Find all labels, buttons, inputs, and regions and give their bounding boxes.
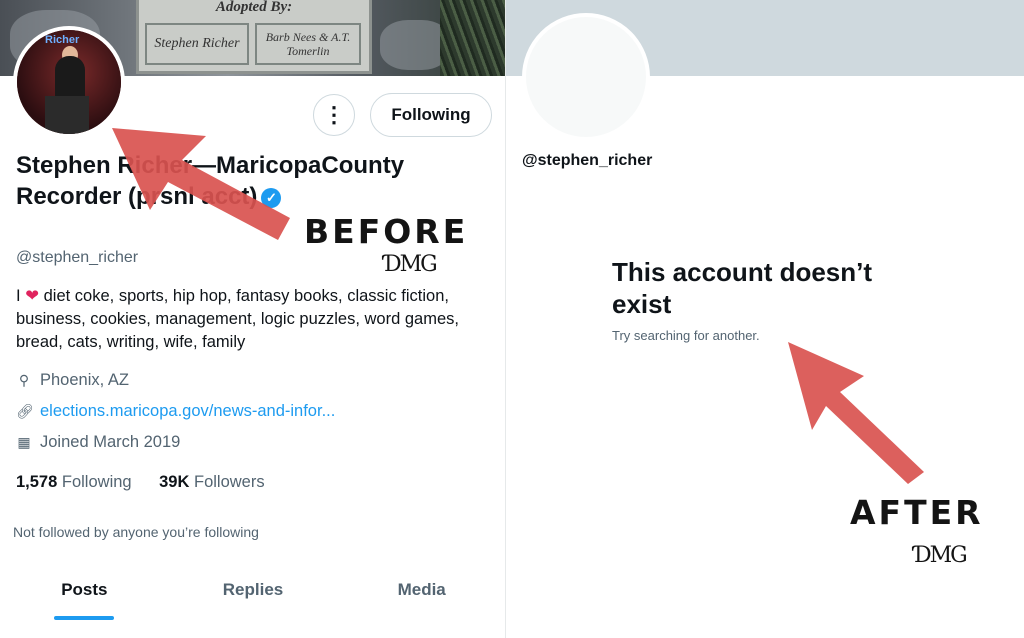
website-link[interactable]: elections.maricopa.gov/news-and-infor... — [40, 402, 335, 421]
after-label: AFTER — [850, 493, 984, 532]
after-watermark: ƊMG — [914, 543, 968, 568]
more-options-button[interactable]: ⋮ — [313, 94, 355, 136]
profile-bio: I ❤ diet coke, sports, hip hop, fantasy … — [16, 285, 496, 354]
tab-media[interactable]: Media — [337, 570, 506, 620]
after-profile-panel: @stephen_richer This account doesn’t exi… — [506, 0, 1024, 638]
following-link[interactable]: 1,578 Following — [16, 473, 132, 491]
profile-joined: ▦ Joined March 2019 — [16, 433, 180, 452]
active-tab-indicator — [54, 616, 115, 620]
plaque-header: Adopted By: — [215, 0, 293, 15]
following-button[interactable]: Following — [370, 93, 492, 137]
before-label: BEFORE — [304, 212, 469, 251]
followers-count: 39K — [159, 473, 190, 491]
empty-avatar — [522, 13, 650, 141]
profile-tabs: Posts Replies Media — [0, 570, 506, 620]
plaque-right-name: Barb Nees & A.T. Tomerlin — [255, 23, 361, 65]
profile-display-name: Stephen Richer—MaricopaCounty Recorder (… — [16, 150, 416, 212]
not-followed-notice: Not followed by anyone you’re following — [13, 524, 259, 540]
plaque-left-name: Stephen Richer — [145, 23, 249, 65]
following-count: 1,578 — [16, 473, 58, 491]
after-handle: @stephen_richer — [522, 152, 653, 169]
tab-replies[interactable]: Replies — [169, 570, 338, 620]
profile-website[interactable]: 🔗︎ elections.maricopa.gov/news-and-infor… — [16, 402, 335, 421]
bio-prefix: I — [16, 287, 21, 305]
before-watermark: ƊMG — [384, 252, 438, 277]
location-pin-icon: ⚲ — [18, 372, 30, 388]
profile-handle: @stephen_richer — [16, 249, 139, 266]
before-profile-panel: Adopted By: Stephen Richer Barb Nees & A… — [0, 0, 506, 638]
account-missing-title: This account doesn’t exist — [612, 257, 873, 319]
bio-text: diet coke, sports, hip hop, fantasy book… — [16, 287, 459, 351]
tab-media-label: Media — [397, 580, 446, 599]
link-icon: 🔗︎ — [16, 403, 34, 419]
calendar-icon: ▦ — [17, 434, 31, 450]
heart-icon: ❤ — [25, 287, 40, 305]
avatar-overlay-text: Richer — [45, 34, 80, 46]
profile-avatar[interactable]: Richer — [13, 26, 125, 138]
joined-text: Joined March 2019 — [40, 433, 181, 451]
foliage-decoration — [440, 0, 506, 76]
follow-stats: 1,578 Following 39K Followers — [16, 473, 265, 492]
location-text: Phoenix, AZ — [40, 371, 129, 389]
account-missing-subtitle: Try searching for another. — [612, 328, 760, 343]
followers-link[interactable]: 39K Followers — [159, 473, 264, 491]
display-name-text: Stephen Richer—MaricopaCounty Recorder (… — [16, 152, 405, 210]
tab-posts[interactable]: Posts — [0, 570, 169, 620]
tab-replies-label: Replies — [222, 580, 284, 599]
profile-location: ⚲ Phoenix, AZ — [16, 371, 129, 390]
following-label: Following — [61, 473, 132, 491]
verified-badge-icon: ✓ — [261, 188, 282, 208]
tab-posts-label: Posts — [61, 580, 108, 599]
adoption-plaque: Adopted By: Stephen Richer Barb Nees & A… — [136, 0, 372, 74]
more-vertical-icon: ⋮ — [323, 102, 345, 127]
followers-label: Followers — [193, 473, 265, 491]
